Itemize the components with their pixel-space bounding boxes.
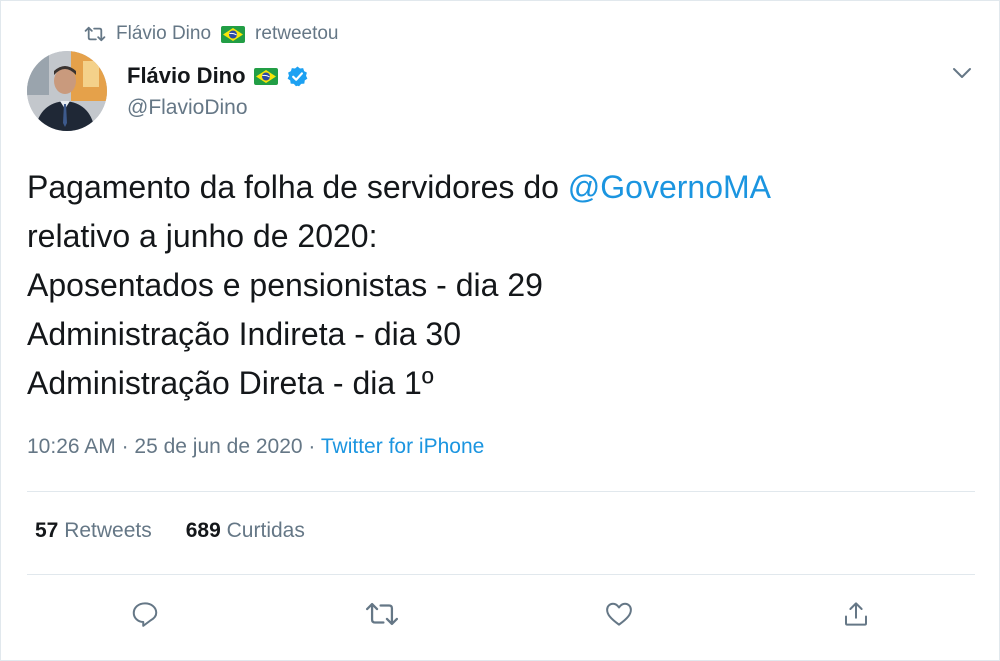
author-handle[interactable]: @FlavioDino [127,96,248,120]
tweet-stats: 57 Retweets 689 Curtidas [35,519,305,543]
tweet-line: Pagamento da folha de servidores do @Gov… [27,163,967,212]
tweet-text: Pagamento da folha de servidores do @Gov… [27,163,967,408]
likes-stat[interactable]: 689 Curtidas [186,519,305,543]
reply-icon [130,599,160,634]
tweet-time[interactable]: 10:26 AM [27,435,116,458]
action-bar [0,596,1000,636]
divider [27,491,975,492]
tweet-line: Administração Direta - dia 1º [27,365,434,401]
retweets-label: Retweets [64,519,152,542]
retweet-action-label: retweetou [255,23,339,44]
likes-label: Curtidas [226,519,305,542]
tweet-meta: 10:26 AM · 25 de jun de 2020 · Twitter f… [27,435,484,459]
author-name-row: Flávio Dino [127,60,309,92]
avatar[interactable] [27,51,107,131]
reply-button[interactable] [125,596,165,636]
tweet-source-link[interactable]: Twitter for iPhone [321,435,484,458]
retweet-button[interactable] [362,596,402,636]
brazil-flag-icon [221,25,246,43]
retweet-icon [84,25,106,43]
retweet-icon [365,599,399,634]
mention-link[interactable]: @GovernoMA [568,169,771,205]
divider [27,574,975,575]
share-button[interactable] [836,596,876,636]
like-button[interactable] [599,596,639,636]
retweets-count: 57 [35,519,59,542]
retweets-stat[interactable]: 57 Retweets [35,519,152,543]
verified-badge-icon [286,65,309,88]
chevron-down-icon[interactable] [949,60,975,86]
tweet-line-text: Pagamento da folha de servidores do [27,169,568,205]
retweet-context: Flávio Dino retweetou [84,20,339,48]
meta-separator: · [121,435,129,458]
brazil-flag-icon [253,67,278,85]
tweet-line: relativo a junho de 2020: [27,218,378,254]
meta-separator: · [308,435,316,458]
retweeter-name[interactable]: Flávio Dino [116,23,211,45]
heart-icon [604,599,634,634]
tweet-line: Administração Indireta - dia 30 [27,316,461,352]
share-icon [841,599,871,634]
tweet-date[interactable]: 25 de jun de 2020 [134,435,302,458]
tweet-line: Aposentados e pensionistas - dia 29 [27,267,543,303]
likes-count: 689 [185,519,221,542]
author-display-name[interactable]: Flávio Dino [127,63,246,89]
